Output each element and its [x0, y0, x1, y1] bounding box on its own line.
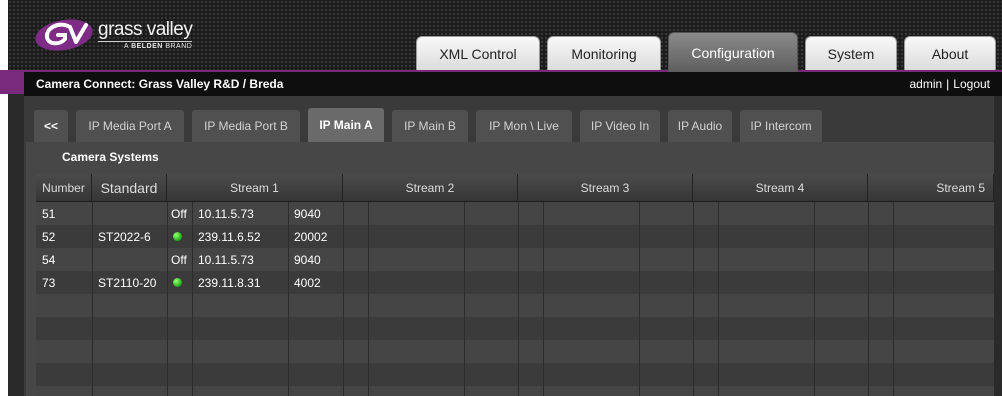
tab-ip-video-in[interactable]: IP Video In — [580, 110, 660, 142]
cell-standard — [92, 248, 167, 271]
column-divider — [464, 202, 465, 396]
cell-port: 20002 — [294, 229, 328, 244]
cell-number: 73 — [42, 275, 56, 290]
column-header-stream-4[interactable]: Stream 4 — [693, 174, 868, 202]
tab-about[interactable]: About — [904, 36, 996, 70]
brand-tagline: A BELDEN BRAND — [98, 41, 193, 50]
table-row[interactable]: 52 ST2022-6 239.11.6.52 20002 — [36, 225, 994, 248]
column-divider — [343, 202, 344, 396]
cell-ip-address: 10.11.5.73 — [198, 252, 254, 267]
panel-title: Camera Systems — [62, 150, 159, 164]
camera-systems-panel: Camera Systems Number Standard Stream 1 … — [26, 142, 994, 396]
tab-ip-media-port-b[interactable]: IP Media Port B — [192, 110, 300, 142]
cell-ip-address: 10.11.5.73 — [198, 206, 254, 221]
table-row-empty — [36, 294, 994, 317]
page-title: Camera Connect: Grass Valley R&D / Breda — [36, 77, 284, 91]
tab-ip-main-b[interactable]: IP Main B — [392, 110, 468, 142]
cell-ip-address: 239.11.8.31 — [198, 275, 261, 290]
tab-back[interactable]: << — [34, 110, 68, 142]
tab-monitoring[interactable]: Monitoring — [547, 36, 661, 70]
column-divider — [718, 202, 719, 396]
column-header-stream-1[interactable]: Stream 1 — [167, 174, 343, 202]
brand-name: grass valley — [98, 19, 193, 40]
table-row-empty — [36, 363, 994, 386]
table-row-empty — [36, 317, 994, 340]
column-divider — [92, 202, 93, 396]
column-divider — [167, 202, 168, 396]
column-header-stream-5[interactable]: Stream 5 — [868, 174, 994, 202]
column-divider — [868, 202, 869, 396]
tab-ip-intercom[interactable]: IP Intercom — [740, 110, 822, 142]
column-header-stream-3[interactable]: Stream 3 — [518, 174, 693, 202]
cell-port: 9040 — [294, 252, 321, 267]
cell-standard — [92, 202, 167, 225]
cell-standard: ST2022-6 — [98, 229, 151, 244]
tab-system[interactable]: System — [805, 36, 897, 70]
cell-number: 51 — [42, 206, 56, 221]
title-bar: Camera Connect: Grass Valley R&D / Breda… — [24, 72, 1002, 96]
status-led-icon — [167, 271, 192, 294]
tab-ip-main-a[interactable]: IP Main A — [308, 108, 384, 142]
tab-xml-control[interactable]: XML Control — [416, 36, 540, 70]
cell-ip-address: 239.11.6.52 — [198, 229, 261, 244]
gv-logo-icon — [35, 19, 93, 51]
cell-number: 54 — [42, 252, 56, 267]
column-divider — [192, 202, 193, 396]
column-divider — [814, 202, 815, 396]
tab-ip-mon-live[interactable]: IP Mon \ Live — [476, 110, 572, 142]
column-header-stream-2[interactable]: Stream 2 — [343, 174, 518, 202]
table-row-empty — [36, 340, 994, 363]
table-row-empty — [36, 386, 994, 396]
tab-ip-audio[interactable]: IP Audio — [668, 110, 732, 142]
separator: | — [946, 77, 950, 91]
status-off-label: Off — [171, 252, 187, 267]
column-divider — [893, 202, 894, 396]
column-divider — [693, 202, 694, 396]
column-divider — [518, 202, 519, 396]
status-led-icon — [167, 225, 192, 248]
tab-ip-media-port-a[interactable]: IP Media Port A — [76, 110, 184, 142]
cell-number: 52 — [42, 229, 56, 244]
cell-standard: ST2110-20 — [98, 275, 157, 290]
column-divider — [288, 202, 289, 396]
cell-port: 4002 — [294, 275, 321, 290]
status-off-label: Off — [171, 206, 187, 221]
table-row[interactable]: 51 Off 10.11.5.73 9040 — [36, 202, 994, 225]
logout-link[interactable]: Logout — [953, 77, 990, 91]
table-row[interactable]: 73 ST2110-20 239.11.8.31 4002 — [36, 271, 994, 294]
grass-valley-logo: grass valley A BELDEN BRAND — [34, 18, 193, 54]
cell-port: 9040 — [294, 206, 321, 221]
column-divider — [543, 202, 544, 396]
column-header-standard[interactable]: Standard — [92, 174, 167, 202]
column-header-number[interactable]: Number — [36, 174, 92, 202]
tab-configuration[interactable]: Configuration — [668, 32, 798, 72]
camera-systems-table: Number Standard Stream 1 Stream 2 Stream… — [36, 174, 994, 396]
table-row[interactable]: 54 Off 10.11.5.73 9040 — [36, 248, 994, 271]
column-divider — [639, 202, 640, 396]
column-divider — [368, 202, 369, 396]
user-area: admin | Logout — [909, 72, 990, 96]
username: admin — [909, 77, 943, 91]
